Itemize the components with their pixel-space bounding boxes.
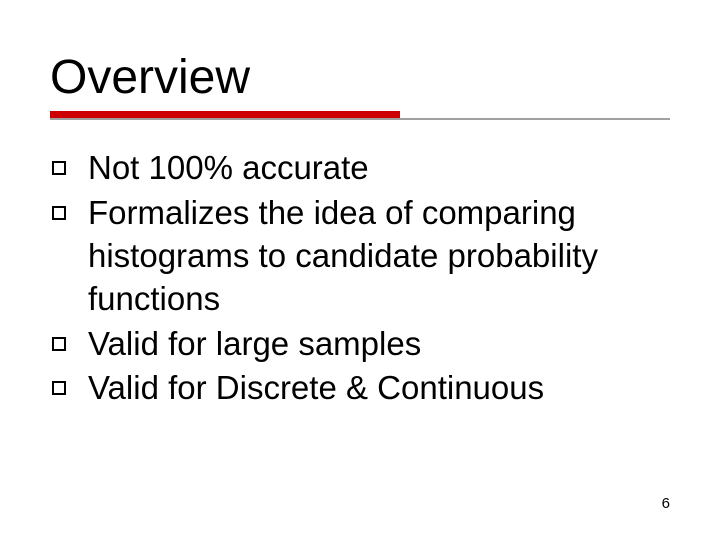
title-underline — [50, 111, 670, 125]
bullet-text: Formalizes the idea of comparing histogr… — [88, 192, 670, 321]
list-item: Formalizes the idea of comparing histogr… — [52, 192, 670, 321]
slide-title: Overview — [50, 50, 670, 105]
square-bullet-icon — [52, 337, 66, 351]
square-bullet-icon — [52, 161, 66, 175]
square-bullet-icon — [52, 381, 66, 395]
bullet-text: Valid for Discrete & Continuous — [88, 367, 670, 410]
bullet-list: Not 100% accurate Formalizes the idea of… — [50, 147, 670, 410]
list-item: Valid for large samples — [52, 323, 670, 366]
list-item: Not 100% accurate — [52, 147, 670, 190]
bullet-text: Not 100% accurate — [88, 147, 670, 190]
title-underline-gray — [50, 118, 670, 120]
slide: Overview Not 100% accurate Formalizes th… — [0, 0, 720, 540]
title-underline-red — [50, 111, 400, 118]
list-item: Valid for Discrete & Continuous — [52, 367, 670, 410]
bullet-text: Valid for large samples — [88, 323, 670, 366]
square-bullet-icon — [52, 206, 66, 220]
page-number: 6 — [662, 495, 670, 512]
